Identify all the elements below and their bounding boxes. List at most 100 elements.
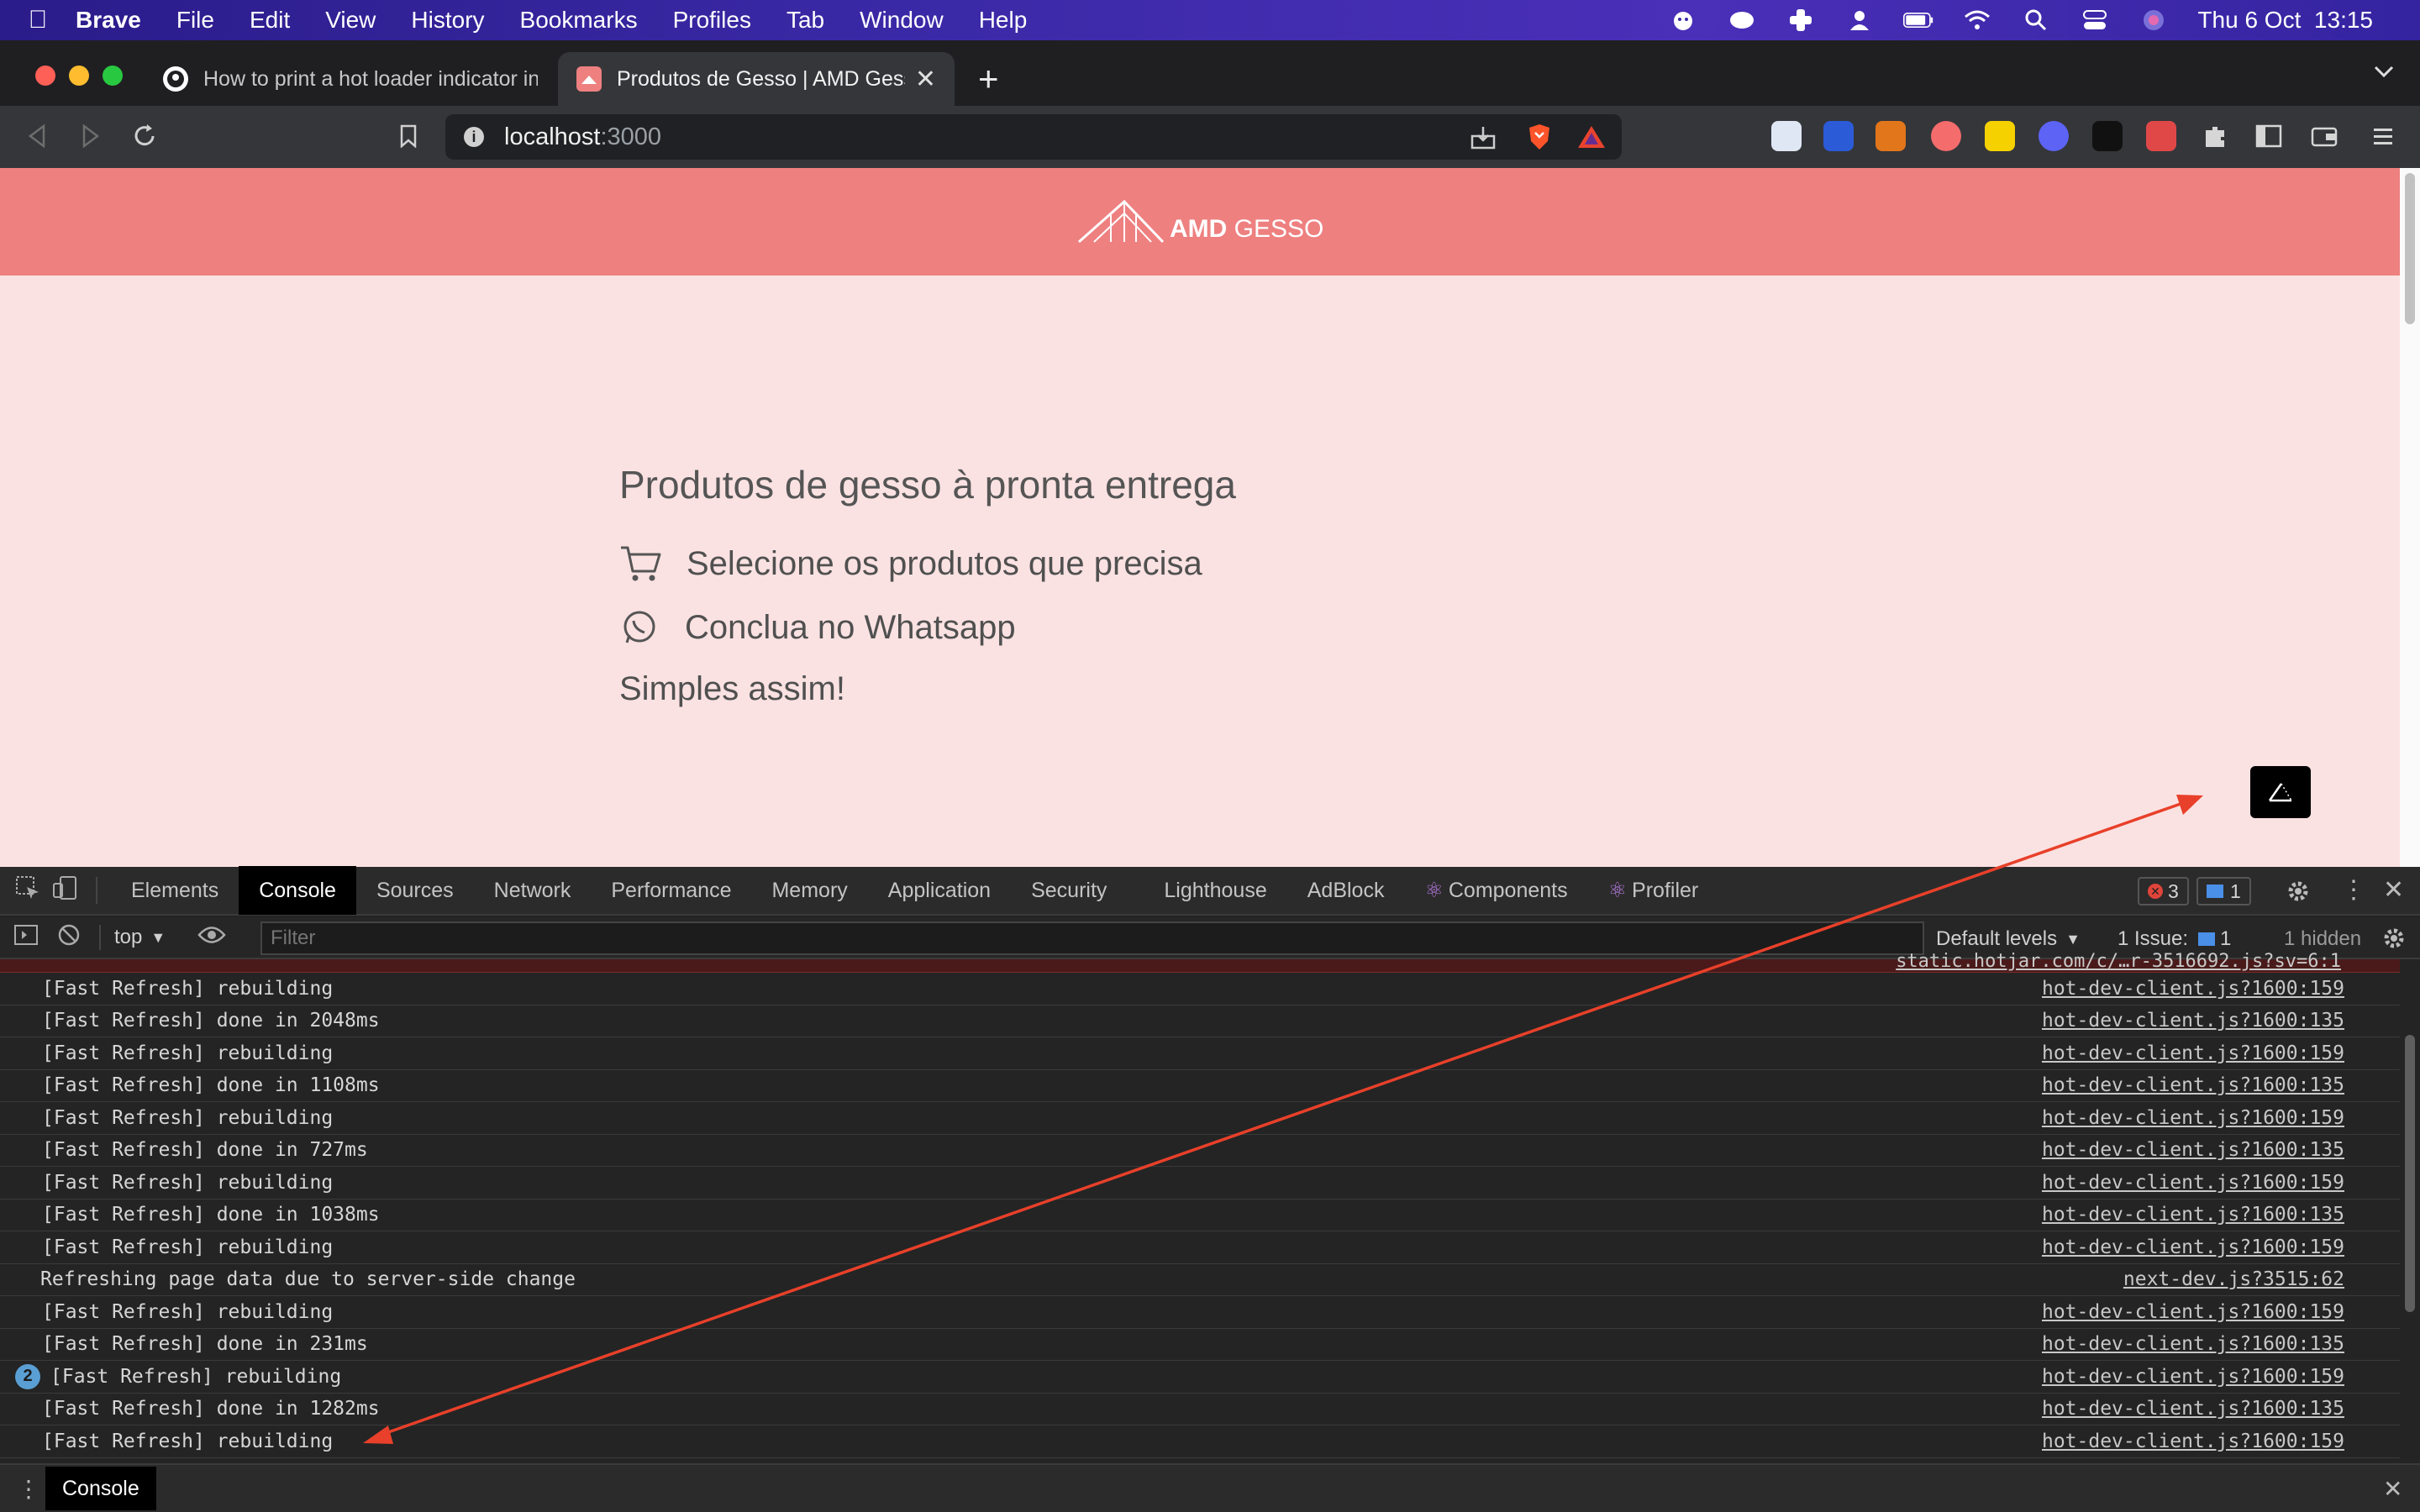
log-levels-dropdown[interactable]: Default levels ▼	[1936, 927, 2081, 951]
error-counter[interactable]: ✕ 3	[2138, 877, 2189, 906]
console-settings-icon[interactable]	[2381, 926, 2407, 957]
console-source-link[interactable]: hot-dev-client.js?1600:159	[2042, 1236, 2344, 1258]
console-source-link[interactable]: hot-dev-client.js?1600:159	[2042, 1042, 2344, 1064]
inspect-element-icon[interactable]	[15, 875, 40, 906]
control-center-icon[interactable]	[2080, 7, 2110, 34]
console-source-link[interactable]: hot-dev-client.js?1600:159	[2042, 978, 2344, 1000]
tab-elements[interactable]: Elements	[111, 866, 239, 915]
spotlight-search-icon[interactable]	[2021, 7, 2051, 34]
devtools-settings-icon[interactable]	[2286, 879, 2311, 910]
console-source-link[interactable]: hot-dev-client.js?1600:135	[2042, 1398, 2344, 1420]
tab-performance[interactable]: Performance	[591, 866, 751, 915]
clear-console-icon[interactable]	[57, 923, 81, 953]
tab-application[interactable]: Application	[868, 866, 1011, 915]
console-source-link[interactable]: hot-dev-client.js?1600:135	[2042, 1010, 2344, 1032]
new-tab-button[interactable]: +	[978, 59, 999, 99]
console-source-link[interactable]: hot-dev-client.js?1600:159	[2042, 1431, 2344, 1452]
device-toolbar-icon[interactable]	[52, 875, 79, 906]
menu-window[interactable]: Window	[860, 7, 944, 34]
console-source-link[interactable]: hot-dev-client.js?1600:159	[2042, 1366, 2344, 1388]
menu-profiles[interactable]: Profiles	[673, 7, 751, 34]
reload-icon[interactable]	[128, 119, 161, 153]
metamask-icon[interactable]	[1876, 121, 1906, 151]
tab-network[interactable]: Network	[474, 866, 592, 915]
extension-4-icon[interactable]	[1931, 121, 1961, 151]
minimize-window-button[interactable]	[69, 66, 89, 86]
console-source-link[interactable]: hot-dev-client.js?1600:159	[2042, 1301, 2344, 1323]
extension-2-icon[interactable]	[1823, 121, 1854, 151]
menu-file[interactable]: File	[176, 7, 214, 34]
bookmark-icon[interactable]	[392, 119, 425, 153]
drawer-tab-console[interactable]: Console	[45, 1467, 156, 1510]
user-status-icon[interactable]	[1844, 7, 1875, 34]
tab-list-chevron-icon[interactable]	[2373, 64, 2395, 83]
console-source-link[interactable]: hot-dev-client.js?1600:135	[2042, 1139, 2344, 1161]
zoom-window-button[interactable]	[103, 66, 123, 86]
drawer-more-icon[interactable]: ⋮	[17, 1475, 40, 1503]
tab-profiler[interactable]: ⚛ Profiler	[1588, 866, 1719, 915]
message-counter[interactable]: 1	[2196, 877, 2251, 906]
console-filter-input[interactable]	[260, 921, 1924, 955]
tab-memory[interactable]: Memory	[751, 866, 867, 915]
tab-lighthouse[interactable]: Lighthouse	[1144, 866, 1286, 915]
tab-amd-gesso[interactable]: Produtos de Gesso | AMD Gesso ✕	[558, 52, 955, 106]
close-drawer-icon[interactable]: ✕	[2383, 1475, 2402, 1503]
menu-bookmarks[interactable]: Bookmarks	[520, 7, 638, 34]
elephant-status-icon[interactable]	[1727, 7, 1757, 34]
page-scrollbar-thumb[interactable]	[2405, 173, 2415, 324]
sidebar-icon[interactable]	[2252, 119, 2286, 153]
battery-icon[interactable]	[1903, 7, 1933, 34]
tab-components[interactable]: ⚛ Components	[1404, 866, 1587, 915]
console-source-link[interactable]: next-dev.js?3515:62	[2123, 1268, 2344, 1290]
console-source-link[interactable]: hot-dev-client.js?1600:135	[2042, 1074, 2344, 1096]
next-build-indicator[interactable]	[2250, 766, 2311, 818]
clock[interactable]: Thu 6 Oct 13:15	[2197, 7, 2373, 34]
wallet-icon[interactable]	[2307, 119, 2341, 153]
context-selector[interactable]: top ▼	[114, 926, 166, 949]
close-devtools-icon[interactable]: ✕	[2383, 875, 2404, 905]
tab-security[interactable]: Security	[1011, 866, 1127, 915]
address-bar[interactable]: i localhost:3000	[445, 114, 1622, 160]
menu-hamburger-icon[interactable]	[2366, 119, 2400, 153]
tab-adblock[interactable]: AdBlock	[1287, 866, 1405, 915]
install-app-icon[interactable]	[1470, 126, 1496, 156]
wifi-icon[interactable]	[1962, 7, 1992, 34]
siri-icon[interactable]	[2139, 7, 2169, 34]
brave-shields-icon[interactable]	[1526, 123, 1553, 158]
console-source-link[interactable]: hot-dev-client.js?1600:159	[2042, 1172, 2344, 1194]
tab-sources[interactable]: Sources	[356, 866, 474, 915]
menu-edit[interactable]: Edit	[250, 7, 290, 34]
page-scrollbar[interactable]	[2400, 168, 2420, 867]
site-info-icon[interactable]: i	[464, 127, 484, 147]
console-scrollbar[interactable]	[2400, 959, 2420, 1488]
menu-app-name[interactable]: Brave	[76, 7, 141, 34]
menu-help[interactable]: Help	[979, 7, 1028, 34]
close-tab-icon[interactable]: ✕	[915, 65, 936, 94]
extension-6-icon[interactable]	[2039, 121, 2069, 151]
back-icon[interactable]	[20, 119, 54, 153]
close-window-button[interactable]	[35, 66, 55, 86]
extension-1-icon[interactable]	[1771, 121, 1802, 151]
focus-extension-icon[interactable]	[2092, 121, 2123, 151]
console-source-link[interactable]: hot-dev-client.js?1600:159	[2042, 1107, 2344, 1129]
tab-github[interactable]: How to print a hot loader indicator in	[145, 52, 556, 106]
tab-console[interactable]: Console	[239, 866, 356, 915]
extension-8-icon[interactable]	[2146, 121, 2176, 151]
console-scrollbar-thumb[interactable]	[2405, 1035, 2415, 1312]
mascot-status-icon[interactable]	[1668, 7, 1698, 34]
devtools-more-icon[interactable]: ⋮	[2341, 875, 2366, 905]
apple-menu-icon[interactable]: 	[0, 6, 76, 34]
live-expression-eye-icon[interactable]	[197, 926, 226, 950]
console-source-link[interactable]: hot-dev-client.js?1600:135	[2042, 1204, 2344, 1226]
site-logo[interactable]: AMD GESSO	[1077, 198, 1323, 244]
forward-icon[interactable]	[74, 119, 108, 153]
brave-rewards-icon[interactable]	[1576, 124, 1607, 156]
issues-link[interactable]: 1 Issue: 1	[2118, 927, 2231, 951]
menu-history[interactable]: History	[411, 7, 484, 34]
menu-tab[interactable]: Tab	[786, 7, 824, 34]
extension-5-icon[interactable]	[1985, 121, 2015, 151]
menu-view[interactable]: View	[325, 7, 376, 34]
show-sidebar-icon[interactable]	[13, 924, 39, 952]
extensions-puzzle-icon[interactable]	[2198, 119, 2232, 153]
console-source-link[interactable]: hot-dev-client.js?1600:135	[2042, 1333, 2344, 1355]
